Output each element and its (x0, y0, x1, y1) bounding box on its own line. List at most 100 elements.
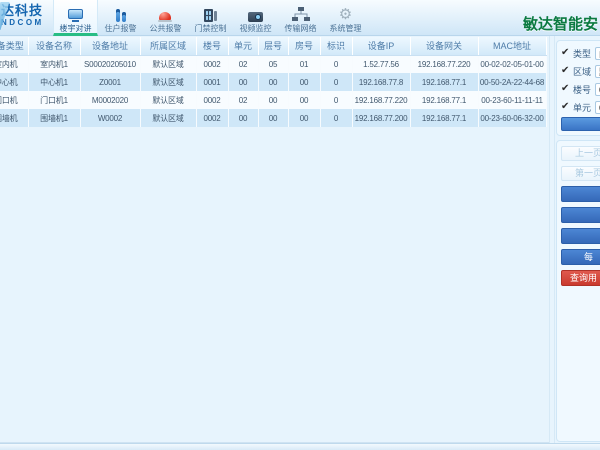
action-button[interactable] (561, 186, 600, 202)
table-cell: 192.168.77.220 (352, 91, 410, 109)
filter-checkbox[interactable]: ✔ (561, 84, 571, 94)
actions-group: 上一页第一页每查询用 (556, 140, 600, 442)
toolbar-tab[interactable]: 公共报警 (143, 0, 188, 36)
column-header[interactable]: MAC地址 (478, 37, 546, 55)
toolbar: 达科技 NDCOM 楼宇对讲 住户报警 公共报警 门禁控制 视频监控 传输网络 … (0, 0, 600, 36)
device-table: 设备类型设备名称设备地址所属区域楼号单元层号房号标识设备IP设备网关MAC地址 … (0, 37, 547, 127)
table-cell: 192.168.77.200 (352, 109, 410, 127)
filter-row: ✔ 楼号 0002 (561, 81, 600, 97)
column-header[interactable]: 房号 (288, 37, 320, 55)
table-cell: 0 (320, 91, 352, 109)
company-logo: 达科技 NDCOM (1, 4, 44, 27)
filter-select[interactable]: 0002 (595, 83, 600, 96)
toolbar-tab[interactable]: ⚙ 系统管理 (323, 0, 368, 36)
table-cell: 192.168.77.220 (410, 55, 478, 73)
column-header[interactable]: 设备类型 (0, 37, 28, 55)
action-button[interactable]: 每 (561, 249, 600, 265)
table-cell: 默认区域 (140, 91, 196, 109)
table-cell: 00-02-02-05-01-00 (478, 55, 546, 73)
column-header[interactable]: 设备IP (352, 37, 410, 55)
column-header[interactable]: 单元 (228, 37, 258, 55)
filter-select[interactable]: 默认区域 (595, 65, 600, 78)
table-cell: 室内机1 (28, 55, 80, 73)
table-cell: 00-23-60-06-32-00 (478, 109, 546, 127)
toolbar-tabs: 楼宇对讲 住户报警 公共报警 门禁控制 视频监控 传输网络 ⚙ 系统管理 (53, 0, 368, 36)
filter-checkbox[interactable]: ✔ (561, 66, 571, 76)
table-cell: 0 (320, 109, 352, 127)
table-cell: 0 (320, 55, 352, 73)
network-icon (292, 6, 310, 22)
table-cell: 02 (228, 55, 258, 73)
toolbar-tab[interactable]: 传输网络 (278, 0, 323, 36)
table-cell: 00-23-60-11-11-11 (478, 91, 546, 109)
table-cell: 192.168.77.1 (410, 109, 478, 127)
action-button[interactable] (561, 207, 600, 223)
table-cell: 192.168.77.1 (410, 91, 478, 109)
public-alarm-icon (159, 6, 172, 22)
table-cell: 02 (228, 91, 258, 109)
table-cell: 01 (288, 55, 320, 73)
table-cell: 中心机 (0, 73, 28, 91)
access-control-icon (204, 6, 218, 22)
table-cell: 中心机1 (28, 73, 80, 91)
table-cell: 00 (258, 109, 288, 127)
table-row[interactable]: 围墙机围墙机1W0002默认区域00020000000192.168.77.20… (0, 109, 546, 127)
panel-splitter[interactable] (549, 36, 555, 443)
table-cell: S00020205010 (80, 55, 140, 73)
toolbar-tab[interactable]: 楼宇对讲 (53, 0, 98, 36)
table-cell: Z0001 (80, 73, 140, 91)
table-cell: 默认区域 (140, 73, 196, 91)
table-body: 室内机室内机1S00020205010默认区域000202050101.52.7… (0, 55, 546, 127)
table-cell: 00-50-2A-22-44-68 (478, 73, 546, 91)
column-header[interactable]: 设备名称 (28, 37, 80, 55)
pagination-button[interactable]: 第一页 (561, 166, 600, 181)
resident-alarm-icon (116, 6, 126, 22)
filter-checkbox[interactable]: ✔ (561, 102, 571, 112)
table-cell: 00 (228, 109, 258, 127)
table-cell: 0002 (196, 55, 228, 73)
table-cell: W0002 (80, 109, 140, 127)
table-cell: 室内机 (0, 55, 28, 73)
column-header[interactable]: 楼号 (196, 37, 228, 55)
gear-icon: ⚙ (339, 6, 352, 22)
table-cell: 门口机1 (28, 91, 80, 109)
side-panel: ✔ 类型 门口机 ✔ 区域 默认区域 ✔ 楼号 0002 ✔ 单元 02 上一页… (556, 40, 600, 442)
query-button[interactable]: 查询用 (561, 270, 600, 286)
table-cell: 05 (258, 55, 288, 73)
table-cell: 00 (258, 73, 288, 91)
table-cell: 0002 (196, 109, 228, 127)
table-header-row: 设备类型设备名称设备地址所属区域楼号单元层号房号标识设备IP设备网关MAC地址 (0, 37, 546, 55)
table-cell: 围墙机 (0, 109, 28, 127)
table-row[interactable]: 室内机室内机1S00020205010默认区域000202050101.52.7… (0, 55, 546, 73)
table-cell: 0 (320, 73, 352, 91)
filter-checkbox[interactable]: ✔ (561, 48, 571, 58)
logo-subtext: NDCOM (1, 19, 44, 27)
filter-label: 楼号 (573, 83, 593, 96)
column-header[interactable]: 所属区域 (140, 37, 196, 55)
filter-row: ✔ 类型 门口机 (561, 45, 600, 61)
filter-row: ✔ 单元 02 (561, 99, 600, 115)
column-header[interactable]: 设备地址 (80, 37, 140, 55)
toolbar-tab[interactable]: 住户报警 (98, 0, 143, 36)
table-cell: 门口机 (0, 91, 28, 109)
filter-select[interactable]: 02 (595, 101, 600, 114)
column-header[interactable]: 设备网关 (410, 37, 478, 55)
column-header[interactable]: 层号 (258, 37, 288, 55)
toolbar-tab[interactable]: 视频监控 (233, 0, 278, 36)
main-content: 设备类型设备名称设备地址所属区域楼号单元层号房号标识设备IP设备网关MAC地址 … (0, 36, 555, 443)
table-cell: 0001 (196, 73, 228, 91)
action-button[interactable] (561, 228, 600, 244)
pagination-button[interactable]: 上一页 (561, 146, 600, 161)
table-row[interactable]: 中心机中心机1Z0001默认区域00010000000192.168.77.81… (0, 73, 546, 91)
filter-label: 单元 (573, 101, 593, 114)
table-cell: 0002 (196, 91, 228, 109)
table-row[interactable]: 门口机门口机1M0002020默认区域00020200000192.168.77… (0, 91, 546, 109)
column-header[interactable]: 标识 (320, 37, 352, 55)
filter-label: 类型 (573, 47, 593, 60)
video-monitor-icon (248, 6, 263, 22)
toolbar-tab[interactable]: 门禁控制 (188, 0, 233, 36)
table-cell: 192.168.77.8 (352, 73, 410, 91)
filter-select[interactable]: 门口机 (595, 47, 600, 60)
table-cell: 围墙机1 (28, 109, 80, 127)
apply-filter-button[interactable] (561, 117, 600, 131)
